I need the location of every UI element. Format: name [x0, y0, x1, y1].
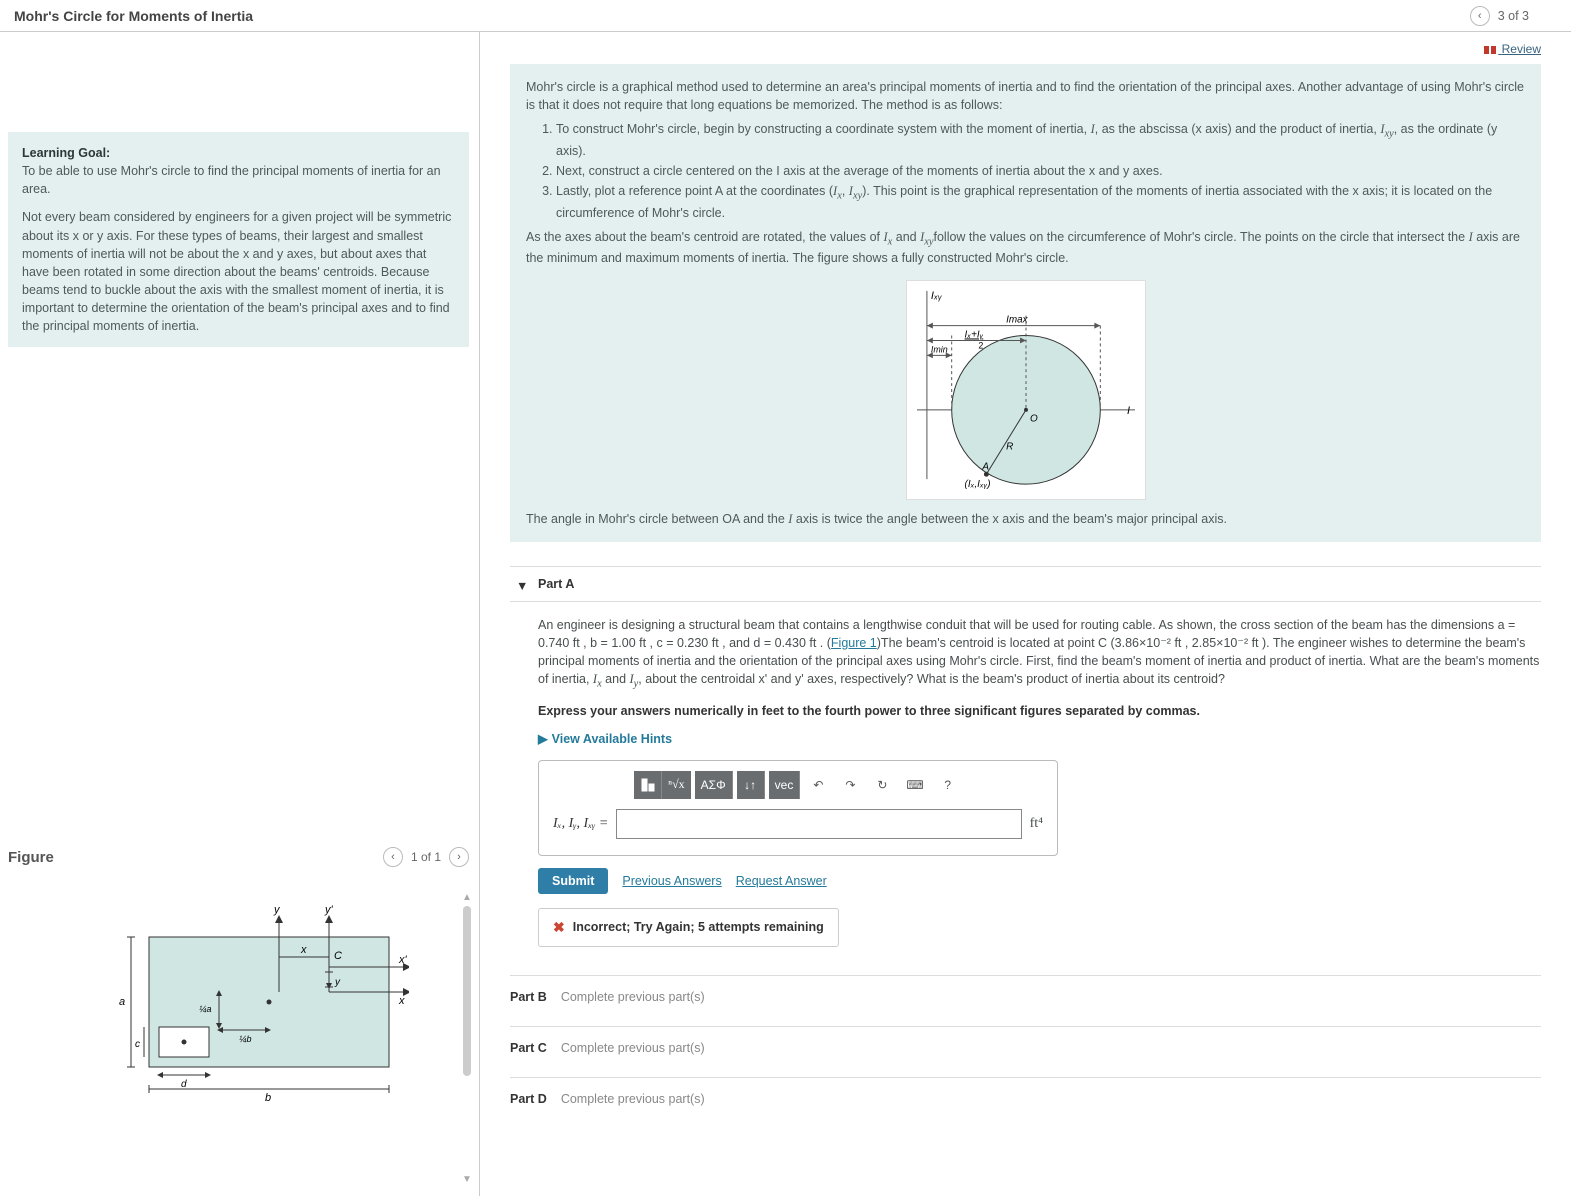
learning-goal-line1: To be able to use Mohr's circle to find … [22, 164, 441, 196]
learning-goal-box: Learning Goal: To be able to use Mohr's … [8, 132, 469, 347]
svg-text:¼b: ¼b [239, 1034, 252, 1044]
svg-text:x: x [300, 944, 307, 956]
equation-toolbar: ⁿ√x ΑΣΦ ↓↑ vec ↶ ↷ ↻ ⌨ ? [553, 771, 1043, 799]
feedback-text: Incorrect; Try Again; 5 attempts remaini… [573, 920, 824, 934]
scroll-thumb[interactable] [463, 906, 471, 1076]
svg-text:y: y [273, 904, 281, 916]
feedback-box: ✖ Incorrect; Try Again; 5 attempts remai… [538, 908, 839, 947]
root-button[interactable]: ⁿ√x [662, 771, 690, 799]
svg-text:O: O [1029, 413, 1037, 424]
subscript-button[interactable]: ↓↑ [737, 771, 765, 799]
request-answer-link[interactable]: Request Answer [736, 874, 827, 888]
svg-text:(Iₓ,Iₓᵧ): (Iₓ,Iₓᵧ) [964, 479, 990, 490]
answer-input[interactable] [616, 809, 1021, 839]
part-d-row: Part D Complete previous part(s) [510, 1077, 1541, 1120]
review-link[interactable]: Review [1484, 42, 1541, 56]
intro-p1: Mohr's circle is a graphical method used… [526, 78, 1525, 114]
scroll-up-icon[interactable]: ▲ [461, 892, 473, 904]
scroll-down-icon[interactable]: ▼ [461, 1174, 473, 1186]
incorrect-icon: ✖ [553, 919, 565, 936]
figure-1-link[interactable]: Figure 1 [831, 636, 877, 650]
svg-text:y': y' [324, 904, 334, 916]
answer-box: ⁿ√x ΑΣΦ ↓↑ vec ↶ ↷ ↻ ⌨ ? Iₓ, Iᵧ, Iₓᵧ = [538, 760, 1058, 856]
page-title: Mohr's Circle for Moments of Inertia [14, 8, 253, 24]
figure-pager: ‹ 1 of 1 › [383, 847, 469, 867]
figure-prev-button[interactable]: ‹ [383, 847, 403, 867]
pager-text: 3 of 3 [1498, 9, 1529, 23]
svg-text:c: c [135, 1039, 140, 1050]
review-icon [1484, 45, 1496, 55]
svg-text:Iₓᵧ: Iₓᵧ [930, 289, 941, 301]
header-pager: ‹ 3 of 3 › [1470, 6, 1557, 26]
greek-button[interactable]: ΑΣΦ [695, 771, 733, 799]
figure-heading: Figure [8, 849, 54, 866]
svg-text:Imin: Imin [930, 344, 947, 354]
answer-unit: ft⁴ [1030, 814, 1043, 834]
part-a-body: An engineer is designing a structural be… [538, 616, 1541, 692]
svg-text:Imax: Imax [1006, 314, 1028, 325]
svg-text:A: A [981, 461, 989, 472]
svg-text:y: y [334, 977, 341, 988]
svg-text:b: b [265, 1092, 271, 1104]
mohr-circle-figure: Iₓᵧ I O R A (Iₓ,Iₓᵧ) Imax [906, 280, 1146, 500]
vec-button[interactable]: vec [769, 771, 801, 799]
svg-text:2: 2 [978, 340, 983, 350]
intro-p3: The angle in Mohr's circle between OA an… [526, 510, 1525, 528]
submit-button[interactable]: Submit [538, 868, 608, 894]
beam-figure: y y' x' x x C y [8, 897, 469, 1107]
undo-button[interactable]: ↶ [804, 771, 832, 799]
express-instruction: Express your answers numerically in feet… [538, 702, 1541, 720]
svg-text:a: a [119, 996, 125, 1008]
part-b-row: Part B Complete previous part(s) [510, 975, 1541, 1018]
part-a-header[interactable]: ▼ Part A [510, 566, 1541, 602]
part-c-row: Part C Complete previous part(s) [510, 1026, 1541, 1069]
figure-pager-text: 1 of 1 [411, 850, 441, 864]
svg-text:x': x' [398, 954, 408, 966]
intro-step-1: To construct Mohr's circle, begin by con… [556, 120, 1525, 160]
svg-text:C: C [334, 950, 342, 962]
svg-text:d: d [181, 1079, 187, 1090]
intro-step-3: Lastly, plot a reference point A at the … [556, 182, 1525, 222]
help-button[interactable]: ? [934, 771, 962, 799]
intro-p2: As the axes about the beam's centroid ar… [526, 228, 1525, 268]
view-hints-link[interactable]: ▶ View Available Hints [538, 730, 672, 748]
svg-text:x: x [398, 995, 405, 1007]
svg-text:¼a: ¼a [199, 1004, 212, 1014]
figure-next-button[interactable]: › [449, 847, 469, 867]
caret-down-icon: ▼ [516, 579, 528, 593]
svg-text:Iₓ+Iᵧ: Iₓ+Iᵧ [964, 329, 983, 340]
caret-right-icon: ▶ [538, 730, 548, 748]
template-button[interactable] [634, 771, 662, 799]
figure-scrollbar[interactable]: ▲ ▼ [461, 892, 473, 1186]
intro-step-2: Next, construct a circle centered on the… [556, 162, 1525, 180]
keyboard-button[interactable]: ⌨ [900, 771, 929, 799]
svg-text:I: I [1127, 404, 1130, 416]
prev-page-button[interactable]: ‹ [1470, 6, 1490, 26]
reset-button[interactable]: ↻ [868, 771, 896, 799]
answer-lhs: Iₓ, Iᵧ, Iₓᵧ = [553, 814, 608, 834]
previous-answers-link[interactable]: Previous Answers [622, 874, 721, 888]
intro-box: Mohr's circle is a graphical method used… [510, 64, 1541, 542]
learning-goal-line2: Not every beam considered by engineers f… [22, 208, 455, 335]
svg-text:R: R [1006, 441, 1013, 452]
redo-button[interactable]: ↷ [836, 771, 864, 799]
learning-goal-heading: Learning Goal: [22, 146, 110, 160]
